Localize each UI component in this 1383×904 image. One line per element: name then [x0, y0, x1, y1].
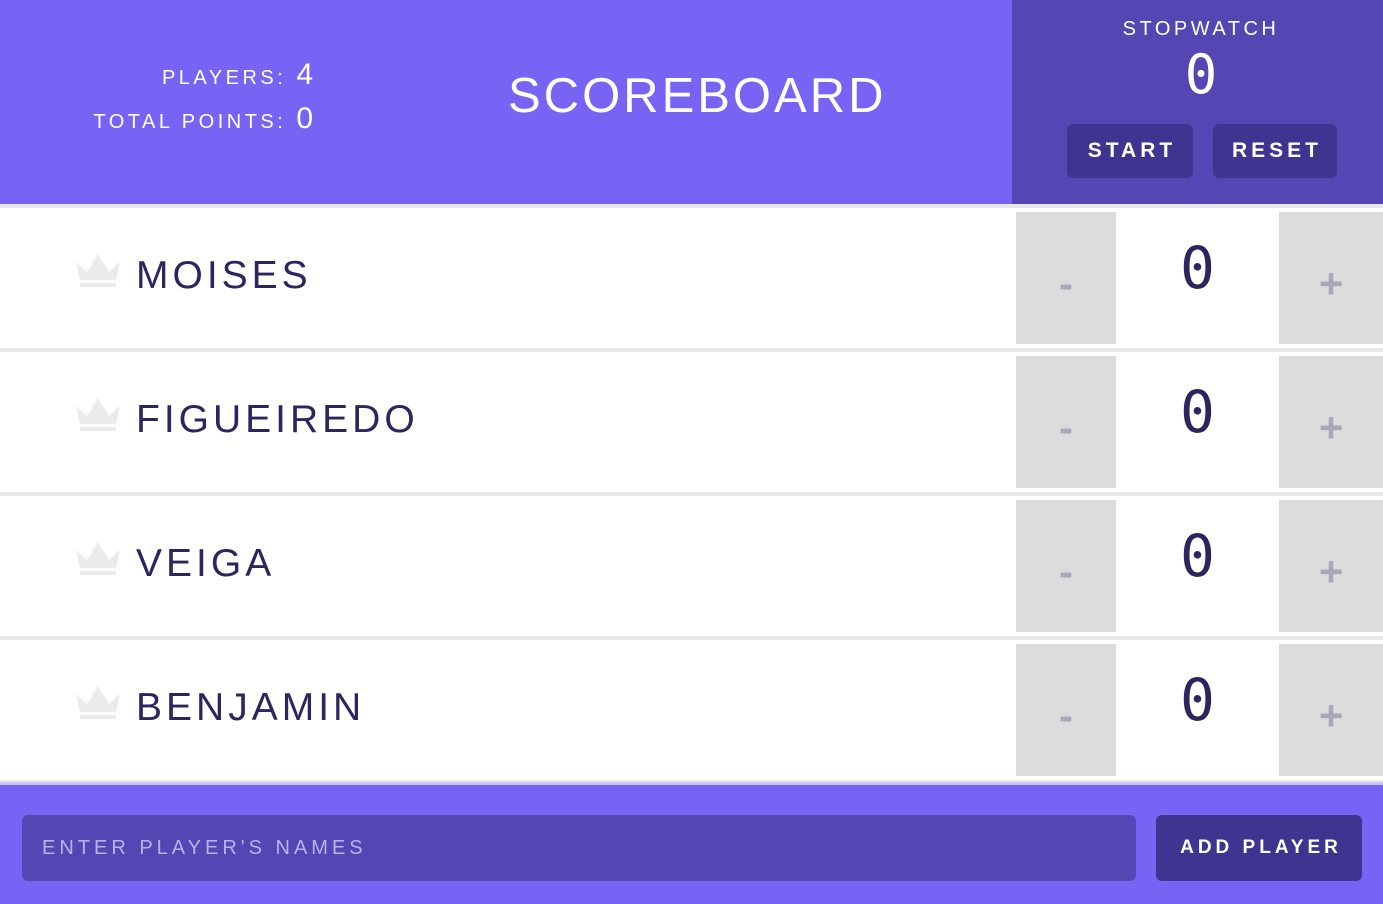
- players-count: 4: [296, 58, 314, 91]
- player-score: 0: [1180, 666, 1215, 734]
- plus-icon: +: [1318, 404, 1344, 451]
- decrement-button[interactable]: -: [1016, 644, 1116, 776]
- start-button[interactable]: START: [1067, 124, 1193, 178]
- add-player-form: ADD PLAYER: [0, 782, 1383, 904]
- plus-icon: +: [1318, 692, 1344, 739]
- crown-icon: [76, 542, 120, 575]
- player-row: FIGUEIREDO - 0 +: [0, 352, 1383, 492]
- increment-button[interactable]: +: [1279, 500, 1383, 632]
- player-name: VEIGA: [136, 542, 276, 585]
- increment-button[interactable]: +: [1279, 212, 1383, 344]
- player-row: VEIGA - 0 +: [0, 496, 1383, 636]
- total-points-label: TOTAL POINTS:: [93, 111, 287, 133]
- crown-icon: [76, 398, 120, 431]
- stopwatch: STOPWATCH 0 START RESET: [1012, 0, 1383, 204]
- decrement-button[interactable]: -: [1016, 356, 1116, 488]
- page-title: SCOREBOARD: [508, 69, 887, 123]
- player-score: 0: [1180, 234, 1215, 302]
- player-score: 0: [1180, 378, 1215, 446]
- stopwatch-time: 0: [1184, 43, 1218, 106]
- plus-icon: +: [1318, 260, 1344, 307]
- crown-icon: [76, 254, 120, 287]
- increment-button[interactable]: +: [1279, 356, 1383, 488]
- player-name: MOISES: [136, 254, 312, 297]
- plus-icon: +: [1318, 548, 1344, 595]
- player-row: BENJAMIN - 0 +: [0, 640, 1383, 780]
- add-player-button[interactable]: ADD PLAYER: [1156, 815, 1362, 881]
- minus-icon: -: [1059, 548, 1073, 595]
- total-points-value: 0: [296, 102, 314, 135]
- minus-icon: -: [1059, 404, 1073, 451]
- total-points-stat: TOTAL POINTS: 0: [93, 102, 314, 136]
- decrement-button[interactable]: -: [1016, 212, 1116, 344]
- minus-icon: -: [1059, 260, 1073, 307]
- player-row: MOISES - 0 +: [0, 208, 1383, 348]
- increment-button[interactable]: +: [1279, 644, 1383, 776]
- header: PLAYERS: 4 TOTAL POINTS: 0 SCOREBOARD ST…: [0, 0, 1383, 204]
- players-label: PLAYERS:: [161, 67, 287, 89]
- players-stat: PLAYERS: 4: [162, 58, 314, 92]
- decrement-button[interactable]: -: [1016, 500, 1116, 632]
- reset-button[interactable]: RESET: [1213, 124, 1337, 178]
- player-name: FIGUEIREDO: [136, 398, 419, 441]
- player-list: MOISES - 0 + FIGUEIREDO - 0 + VEIGA - 0 …: [0, 204, 1383, 782]
- player-name: BENJAMIN: [136, 686, 366, 729]
- stopwatch-label: STOPWATCH: [1122, 18, 1280, 40]
- crown-icon: [76, 686, 120, 719]
- player-score: 0: [1180, 522, 1215, 590]
- player-name-input[interactable]: [22, 815, 1136, 881]
- minus-icon: -: [1059, 692, 1073, 739]
